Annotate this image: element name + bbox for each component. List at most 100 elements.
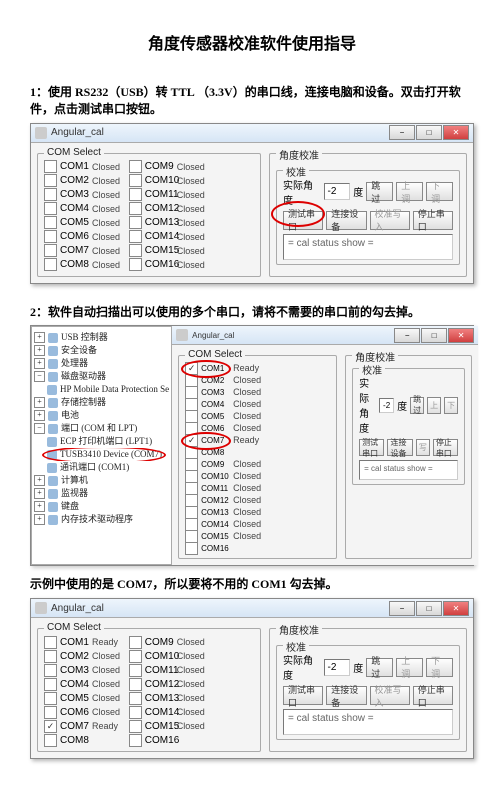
tree-expander[interactable]: + [34,397,45,408]
com12-checkbox[interactable] [129,202,142,215]
up-button-2[interactable]: 上 [427,397,441,414]
tree-security[interactable]: 安全设备 [61,344,97,357]
com5-checkbox[interactable] [44,216,57,229]
tree-battery[interactable]: 电池 [61,409,79,422]
tree-expander[interactable]: + [34,501,45,512]
com7-checkbox-2[interactable]: ✓ [185,434,198,447]
down-button[interactable]: 下调 [426,182,453,201]
com14-checkbox-3[interactable] [129,706,142,719]
com10-checkbox-3[interactable] [129,650,142,663]
close-button[interactable]: ✕ [443,601,469,616]
com1-checkbox-3[interactable] [44,636,57,649]
angle-value-field[interactable]: -2 [324,183,351,200]
test-port-button-2[interactable]: 测试串口 [359,439,384,456]
connect-button-3[interactable]: 连接设备 [326,686,366,705]
com6-checkbox-3[interactable] [44,706,57,719]
up-button-3[interactable]: 上调 [396,658,423,677]
minimize-button[interactable]: − [389,125,415,140]
tree-expander[interactable]: − [34,371,45,382]
com4-checkbox[interactable] [44,202,57,215]
tree-expander[interactable]: + [34,358,45,369]
tree-keyboard[interactable]: 键盘 [61,500,79,513]
com15-checkbox[interactable] [129,244,142,257]
tree-expander[interactable]: + [34,345,45,356]
com3-checkbox-3[interactable] [44,664,57,677]
minimize-button[interactable]: − [394,328,420,343]
maximize-button[interactable]: □ [416,125,442,140]
write-button-3[interactable]: 校准写入 [370,686,410,705]
tree-cpu[interactable]: 处理器 [61,357,88,370]
title-bar-3[interactable]: Angular_cal − □ ✕ [31,599,473,618]
com1-checkbox-2[interactable]: ✓ [185,362,198,375]
com11-checkbox-3[interactable] [129,664,142,677]
com13-checkbox[interactable] [129,216,142,229]
skip-button-3[interactable]: 跳过 [366,658,393,677]
com4-checkbox-3[interactable] [44,678,57,691]
angle-value-field-3[interactable]: -2 [324,659,351,676]
tree-lpt[interactable]: ECP 打印机端口 (LPT1) [60,435,152,448]
tree-storage[interactable]: 存储控制器 [61,396,106,409]
com9-checkbox[interactable] [129,160,142,173]
skip-button-2[interactable]: 跳过 [410,397,424,414]
angle-value-field-2[interactable]: -2 [379,398,394,413]
stop-button-3[interactable]: 停止串口 [413,686,453,705]
tree-expander[interactable]: + [34,488,45,499]
com11-checkbox[interactable] [129,188,142,201]
com15-checkbox-3[interactable] [129,720,142,733]
tree-expander[interactable]: − [34,423,45,434]
com2-checkbox-3[interactable] [44,650,57,663]
tree-hp[interactable]: HP Mobile Data Protection Se [60,383,169,396]
com9-checkbox-3[interactable] [129,636,142,649]
connect-button[interactable]: 连接设备 [326,211,366,230]
down-button-2[interactable]: 下 [444,397,458,414]
tree-disk[interactable]: 磁盘驱动器 [61,370,106,383]
com7-checkbox-3[interactable]: ✓ [44,720,57,733]
com8-checkbox-3[interactable] [44,734,57,747]
com12-checkbox-3[interactable] [129,678,142,691]
tree-expander[interactable]: + [34,332,45,343]
com7-checkbox[interactable] [44,244,57,257]
com14-label-3: COM14 [145,707,177,718]
connect-button-2[interactable]: 连接设备 [387,439,412,456]
stop-button-2[interactable]: 停止串口 [433,439,458,456]
tree-com7[interactable]: TUSB3410 Device (COM7) [60,448,162,461]
com16-checkbox[interactable] [129,258,142,271]
com10-checkbox[interactable] [129,174,142,187]
tree-computer[interactable]: 计算机 [61,474,88,487]
degree-label-2: 度 [397,398,407,413]
tree-expander[interactable]: + [34,410,45,421]
minimize-button[interactable]: − [389,601,415,616]
com13-checkbox-3[interactable] [129,692,142,705]
title-bar[interactable]: Angular_cal − □ ✕ [31,124,473,143]
com16-checkbox-2[interactable] [185,542,198,555]
down-button-3[interactable]: 下调 [426,658,453,677]
tree-ports[interactable]: 端口 (COM 和 LPT) [61,422,137,435]
maximize-button[interactable]: □ [416,601,442,616]
com3-checkbox[interactable] [44,188,57,201]
title-bar-2[interactable]: Angular_cal − □ ✕ [172,326,478,345]
com5-checkbox-3[interactable] [44,692,57,705]
tree-com1[interactable]: 通讯端口 (COM1) [60,461,129,474]
write-button-2[interactable]: 写 [416,439,430,456]
com8-checkbox[interactable] [44,258,57,271]
tree-expander[interactable]: + [34,514,45,525]
memory-icon [48,515,58,525]
up-button[interactable]: 上调 [396,182,423,201]
com14-checkbox[interactable] [129,230,142,243]
test-port-button[interactable]: 测试串口 [283,211,323,230]
com16-checkbox-3[interactable] [129,734,142,747]
write-button[interactable]: 校准写入 [370,211,410,230]
com2-checkbox[interactable] [44,174,57,187]
skip-button[interactable]: 跳过 [366,182,393,201]
maximize-button[interactable]: □ [421,328,447,343]
stop-button[interactable]: 停止串口 [413,211,453,230]
tree-usb[interactable]: USB 控制器 [61,331,108,344]
test-port-button-3[interactable]: 测试串口 [283,686,323,705]
close-button[interactable]: ✕ [448,328,474,343]
tree-expander[interactable]: + [34,475,45,486]
tree-monitor[interactable]: 监视器 [61,487,88,500]
com1-checkbox[interactable] [44,160,57,173]
tree-memory[interactable]: 内存技术驱动程序 [61,513,133,526]
close-button[interactable]: ✕ [443,125,469,140]
com6-checkbox[interactable] [44,230,57,243]
